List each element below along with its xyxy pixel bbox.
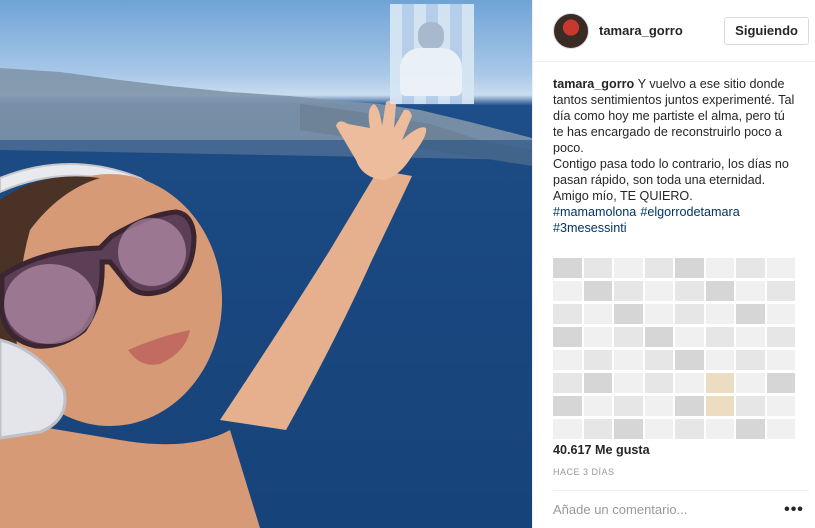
post-photo[interactable] bbox=[0, 0, 532, 528]
comment-bar: ••• bbox=[553, 490, 809, 528]
post-timestamp[interactable]: HACE 3 DÍAS bbox=[553, 467, 615, 477]
blurred-head bbox=[418, 22, 444, 50]
hashtag-link[interactable]: #mamamolona bbox=[553, 205, 636, 219]
blurred-comments bbox=[553, 258, 795, 444]
comment-input[interactable] bbox=[553, 502, 779, 517]
header-username[interactable]: tamara_gorro bbox=[599, 23, 724, 38]
hashtag-list: #mamamolona #elgorrodetamara #3mesessinti bbox=[553, 204, 795, 236]
post-side-panel: tamara_gorro Siguiendo tamara_gorro Y vu… bbox=[532, 0, 815, 528]
hashtag-link[interactable]: #elgorrodetamara bbox=[640, 205, 739, 219]
blurred-figure bbox=[390, 4, 474, 104]
post-caption: tamara_gorro Y vuelvo a ese sitio donde … bbox=[533, 62, 815, 236]
more-options-icon[interactable]: ••• bbox=[779, 501, 809, 519]
caption-text: Y vuelvo a ese sitio donde tantos sentim… bbox=[553, 77, 795, 203]
following-button[interactable]: Siguiendo bbox=[724, 16, 809, 45]
hashtag-link[interactable]: #3mesessinti bbox=[553, 221, 627, 235]
caption-username[interactable]: tamara_gorro bbox=[553, 77, 634, 91]
post-header: tamara_gorro Siguiendo bbox=[533, 0, 815, 62]
avatar[interactable] bbox=[553, 12, 589, 49]
like-count[interactable]: 40.617 Me gusta bbox=[553, 443, 650, 457]
blurred-torso bbox=[400, 48, 462, 96]
instagram-post: tamara_gorro Siguiendo tamara_gorro Y vu… bbox=[0, 0, 815, 528]
